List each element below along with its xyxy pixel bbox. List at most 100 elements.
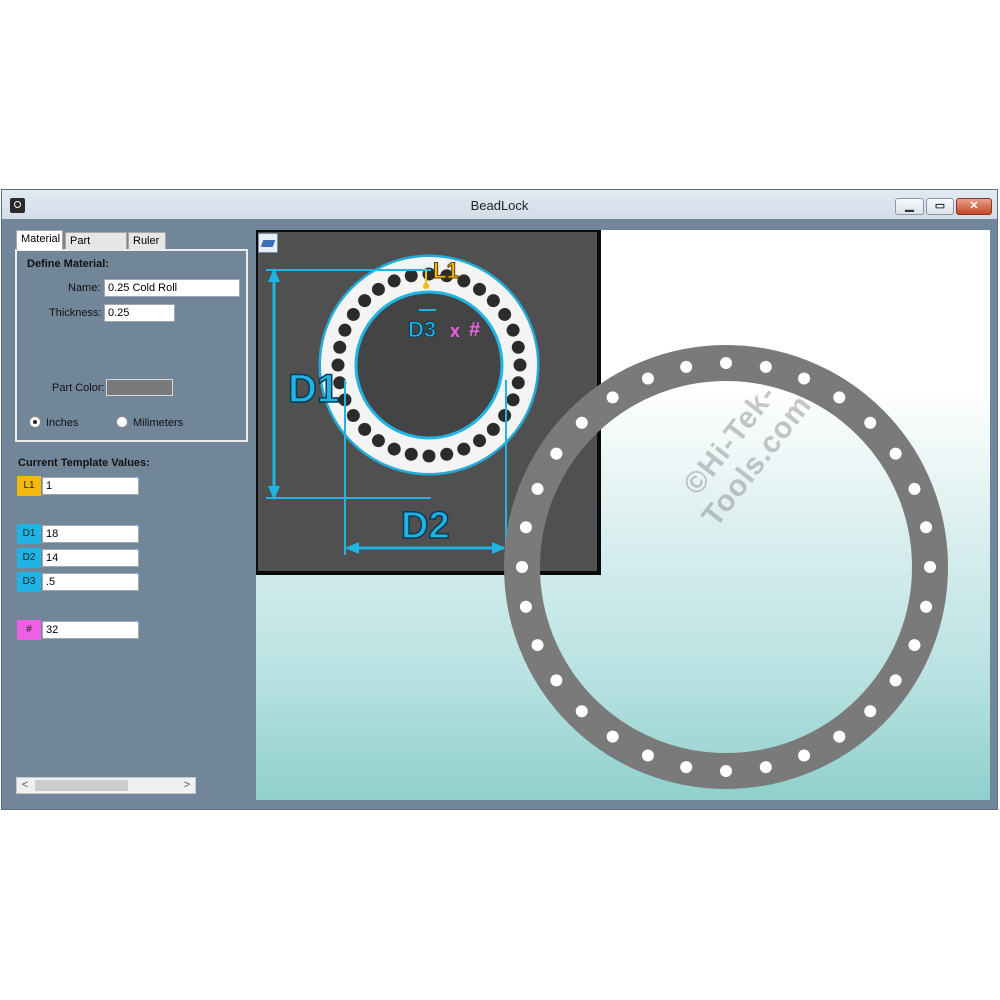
part-hole (531, 639, 544, 652)
thickness-field[interactable]: 0.25 (104, 304, 175, 322)
part-hole (833, 391, 846, 404)
d2-tag: D2 (17, 548, 41, 568)
template-image-icon[interactable] (258, 233, 278, 253)
preview-canvas[interactable]: D1 D2 L1 D3 x # ©Hi-Tek-Tools.com (256, 230, 990, 800)
part-hole (920, 600, 933, 613)
tab-part-details[interactable]: Part Details (65, 232, 127, 264)
d1-field[interactable]: 18 (42, 525, 139, 543)
template-hole (473, 282, 487, 296)
part-hole (720, 765, 732, 777)
l1-field[interactable]: 1 (42, 477, 139, 495)
part-hole (924, 561, 936, 573)
part-hole (550, 447, 563, 460)
part-hole (889, 447, 902, 460)
title-bar[interactable]: BeadLock ▁ ▭ ✕ (2, 190, 997, 219)
part-hole (519, 600, 532, 613)
template-hole (440, 447, 454, 461)
l1-label: L1 (433, 258, 459, 283)
inches-label: Inches (46, 417, 79, 429)
d3-field[interactable]: .5 (42, 573, 139, 591)
template-hole (371, 434, 385, 448)
close-button[interactable]: ✕ (956, 198, 992, 215)
maximize-button[interactable]: ▭ (926, 198, 954, 215)
template-hole (358, 422, 372, 436)
count-tag: # (17, 620, 41, 640)
template-inner-cutout (354, 290, 504, 440)
part-hole (833, 730, 846, 743)
template-hole (404, 447, 418, 461)
count-field[interactable]: 32 (42, 621, 139, 639)
template-hole (371, 282, 385, 296)
part-hole (798, 749, 811, 762)
part-color-swatch[interactable] (106, 379, 173, 396)
d1-label: D1 (288, 367, 339, 411)
name-field[interactable]: 0.25 Cold Roll (104, 279, 240, 297)
part-hole (864, 416, 877, 429)
part-hole (550, 674, 563, 687)
template-hole (457, 274, 471, 288)
part-hole (606, 730, 619, 743)
scrollbar-thumb[interactable] (35, 780, 128, 791)
template-hole (486, 294, 500, 308)
template-hole (387, 274, 401, 288)
horizontal-scrollbar[interactable]: < > (16, 777, 196, 794)
minimize-button[interactable]: ▁ (895, 198, 924, 215)
part-hole (680, 360, 693, 373)
template-hole (513, 358, 527, 372)
d1-tag: D1 (17, 524, 41, 544)
material-panel: Define Material: Name: 0.25 Cold Roll Th… (15, 249, 248, 442)
part-hole (920, 521, 933, 534)
template-hole (511, 376, 525, 390)
preview-svg: D1 D2 L1 D3 x # (256, 230, 948, 789)
template-hole (498, 307, 512, 321)
template-hole (358, 294, 372, 308)
close-icon: ✕ (969, 200, 979, 212)
d2-label: D2 (401, 505, 450, 547)
part-hole (908, 639, 921, 652)
template-hole (422, 449, 436, 463)
part-hole (606, 391, 619, 404)
part-hole (680, 761, 693, 774)
template-hole (404, 269, 418, 283)
part-hole (575, 705, 588, 718)
template-hole (457, 442, 471, 456)
tab-material[interactable]: Material (16, 230, 63, 250)
define-material-heading: Define Material: (27, 258, 109, 270)
template-hole (486, 422, 500, 436)
scroll-left-icon[interactable]: < (17, 778, 33, 793)
times-label: x (450, 321, 460, 341)
part-hole (720, 357, 732, 369)
template-hole (506, 393, 520, 407)
template-hole (346, 307, 360, 321)
part-hole (516, 561, 528, 573)
tab-ruler[interactable]: Ruler (128, 232, 166, 249)
maximize-icon: ▭ (934, 200, 946, 212)
name-label: Name: (68, 282, 101, 294)
template-hole (473, 434, 487, 448)
part-hole (641, 749, 654, 762)
window-title: BeadLock (470, 198, 529, 213)
template-hole (346, 409, 360, 423)
part-hole (908, 482, 921, 495)
template-hole (338, 323, 352, 337)
part-hole (575, 416, 588, 429)
l1-marker-dot (423, 283, 429, 289)
part-color-label: Part Color: (52, 382, 105, 394)
minimize-icon: ▁ (905, 200, 914, 212)
app-window: BeadLock ▁ ▭ ✕ Material Part Details Rul… (1, 189, 998, 810)
millimeters-radio[interactable] (116, 416, 128, 428)
count-label: # (469, 319, 480, 341)
template-hole (506, 323, 520, 337)
d3-tag: D3 (17, 572, 41, 592)
part-hole (531, 482, 544, 495)
d2-field[interactable]: 14 (42, 549, 139, 567)
scroll-right-icon[interactable]: > (179, 778, 195, 793)
template-values-heading: Current Template Values: (18, 457, 150, 469)
l1-tag: L1 (17, 476, 41, 496)
inches-radio[interactable] (29, 416, 41, 428)
part-hole (759, 761, 772, 774)
template-hole (511, 340, 525, 354)
template-hole (498, 409, 512, 423)
part-hole (641, 372, 654, 385)
template-hole (333, 340, 347, 354)
